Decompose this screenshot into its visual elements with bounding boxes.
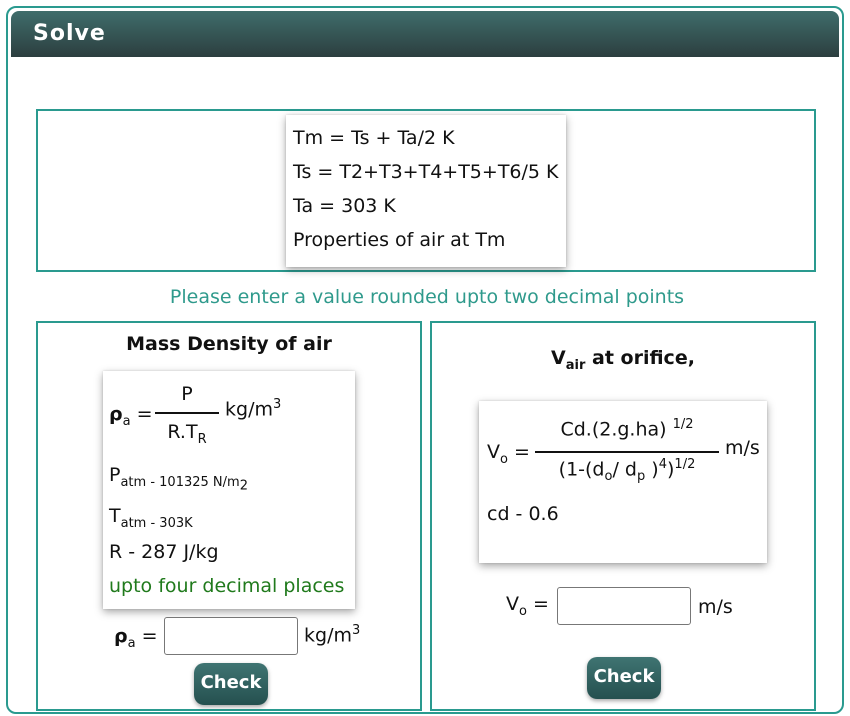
formula-ta: Ta = 303 K (293, 195, 396, 217)
r-constant-line: R - 287 J/kg (109, 541, 219, 563)
vo-input-unit: m/s (698, 596, 733, 618)
panel-title: Solve (33, 21, 106, 46)
velocity-formula-card: Vo = Cd.(2.g.ha) 1/2 (1-(do/ dp )4)1/2 m… (479, 401, 767, 563)
vo-lhs: Vo = (487, 441, 530, 467)
vo-fraction-bar (535, 451, 719, 453)
formula-tm: Tm = Ts + Ta/2 K (293, 127, 455, 149)
rho-input[interactable] (164, 617, 298, 655)
decimal-note: upto four decimal places (109, 575, 345, 597)
rho-numerator: P (181, 383, 193, 405)
vo-input[interactable] (557, 587, 691, 625)
formula-ts: Ts = T2+T3+T4+T5+T6/5 K (293, 161, 559, 183)
rho-input-unit: kg/m3 (304, 623, 361, 647)
vo-numerator: Cd.(2.g.ha) 1/2 (560, 417, 694, 441)
patm-line: Patm - 101325 N/m2 (109, 464, 248, 494)
velocity-check-button[interactable]: Check (587, 657, 661, 699)
rho-input-label: ρa = (114, 625, 158, 651)
vo-denominator: (1-(do/ dp )4)1/2 (558, 457, 696, 485)
mass-density-title: Mass Density of air (126, 333, 332, 355)
tatm-line: Tatm - 303K (109, 505, 193, 531)
velocity-title: Vair at orifice, (551, 347, 695, 373)
solve-panel: Solve Tm = Ts + Ta/2 K Ts = T2+T3+T4+T5+… (6, 6, 844, 714)
cd-line: cd - 0.6 (487, 503, 559, 525)
panel-header: Solve (11, 11, 839, 57)
formula-card: Tm = Ts + Ta/2 K Ts = T2+T3+T4+T5+T6/5 K… (286, 115, 566, 267)
rho-denominator: R.TR (167, 421, 207, 447)
vo-input-label: Vo = (506, 593, 549, 619)
density-formula-card: ρa = P R.TR kg/m3 Patm - 101325 N/m2 Tat… (103, 371, 355, 609)
rho-unit: kg/m3 (225, 397, 282, 421)
rho-lhs: ρa = (109, 403, 153, 429)
instruction-text: Please enter a value rounded upto two de… (169, 286, 685, 308)
formula-box: Tm = Ts + Ta/2 K Ts = T2+T3+T4+T5+T6/5 K… (36, 109, 816, 272)
velocity-panel: Vair at orifice, Vo = Cd.(2.g.ha) 1/2 (1… (430, 321, 816, 711)
vo-unit: m/s (725, 437, 760, 459)
density-check-button[interactable]: Check (194, 663, 268, 705)
formula-properties: Properties of air at Tm (293, 229, 506, 251)
mass-density-panel: Mass Density of air ρa = P R.TR kg/m3 Pa… (36, 321, 422, 711)
rho-fraction-bar (155, 412, 219, 414)
